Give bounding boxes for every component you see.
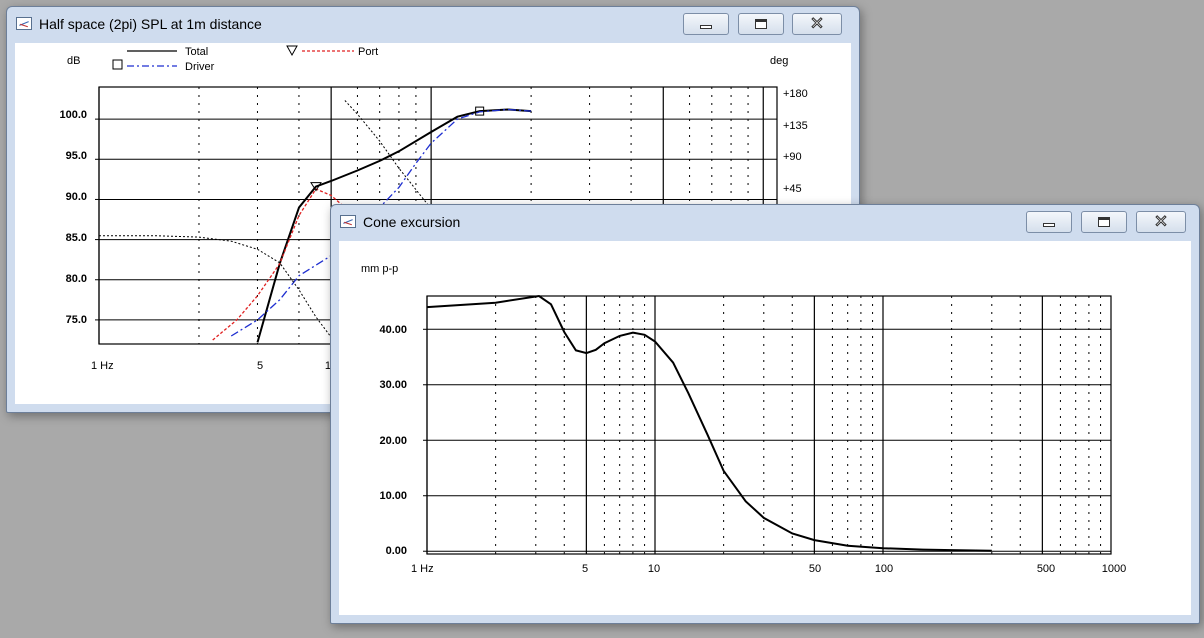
spl-y-tick: 90.0 [66,191,87,203]
cone-chart: mm p-p 40.00 30.00 20.00 10.00 0.00 1 Hz… [361,263,1126,575]
cone-axes-frame [423,295,1112,555]
spl-y-tick: 80.0 [66,273,87,285]
legend-driver-marker [112,59,123,70]
legend-driver-label: Driver [185,61,215,73]
cone-y-tick: 10.00 [379,490,407,502]
close-icon: ✕ [1153,211,1169,232]
spl-y-tick: 100.0 [59,109,87,121]
cone-y-unit: mm p-p [361,263,398,275]
spl-x-tick-labels: 1 Hz 5 10 [91,360,337,372]
graph-window-icon[interactable] [16,17,32,30]
maximize-button[interactable] [1081,211,1127,233]
cone-x-tick: 500 [1037,563,1055,575]
spl-y-tick: 95.0 [66,150,87,162]
close-icon: ✕ [809,13,825,34]
minimize-button[interactable] [683,13,729,35]
plot-border [426,295,1112,555]
excursion-series-line [426,294,992,552]
cone-window: Cone excursion ✕ mm p-p 40.00 30.00 20.0… [330,204,1200,624]
cone-x-tick: 100 [875,563,893,575]
minimize-icon [700,25,712,29]
cone-y-tick: 40.00 [379,324,407,336]
legend-total-label: Total [185,46,208,58]
legend-port-label: Port [358,46,378,58]
cone-y-tick-labels: 40.00 30.00 20.00 10.00 0.00 [379,324,407,557]
spl-y-tick-labels: 100.0 95.0 90.0 85.0 80.0 75.0 [59,109,87,326]
close-button[interactable]: ✕ [1136,211,1186,233]
minimize-button[interactable] [1026,211,1072,233]
cone-x-tick: 1000 [1102,563,1126,575]
cone-y-tick: 0.00 [386,545,407,557]
cone-titlebar[interactable]: Cone excursion ✕ [331,205,1199,241]
spl-y-unit: dB [67,55,80,67]
maximize-icon [755,19,767,29]
spl-titlebar[interactable]: Half space (2pi) SPL at 1m distance ✕ [7,7,859,43]
spl-y-tick: 85.0 [66,232,87,244]
cone-y-tick: 30.00 [379,379,407,391]
spl-y2-unit: deg [770,55,788,67]
spl-y2-tick: +135 [783,120,808,132]
graph-window-icon[interactable] [340,215,356,228]
spl-y2-tick: +180 [783,88,808,100]
cone-x-tick: 5 [582,563,588,575]
maximize-button[interactable] [738,13,784,35]
legend-port-marker [286,45,298,57]
spl-legend: Total Driver Port [112,45,378,73]
spl-x-tick: 1 Hz [91,360,114,372]
close-button[interactable]: ✕ [792,13,842,35]
spl-y2-tick: +90 [783,151,802,163]
maximize-icon [1098,217,1110,227]
spl-window-title: Half space (2pi) SPL at 1m distance [39,16,262,32]
cone-x-tick: 10 [648,563,660,575]
minimize-icon [1043,223,1055,227]
cone-x-tick: 1 Hz [411,563,434,575]
spl-x-tick: 5 [257,360,263,372]
cone-y-tick: 20.00 [379,435,407,447]
cone-x-tick: 50 [809,563,821,575]
cone-grid [426,296,1111,554]
spl-y-tick: 75.0 [66,314,87,326]
spl-y2-tick-labels: +180 +135 +90 +45 [783,88,808,195]
cone-plot-area: mm p-p 40.00 30.00 20.00 10.00 0.00 1 Hz… [339,241,1191,615]
cone-x-tick-labels: 1 Hz 5 10 50 100 500 1000 [411,563,1126,575]
cone-series [426,294,992,552]
spl-y2-tick: +45 [783,183,802,195]
cone-window-title: Cone excursion [363,214,461,230]
